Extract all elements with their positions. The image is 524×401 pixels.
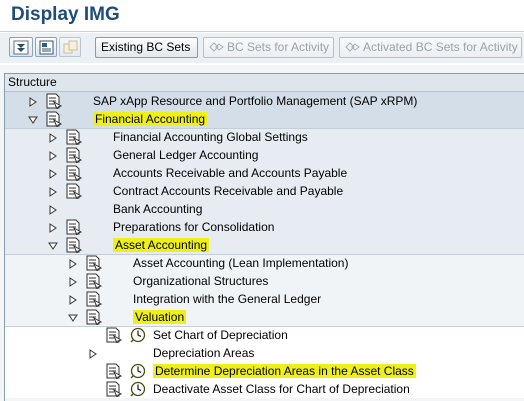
row-separator (5, 254, 524, 255)
node-text: Deactivate Asset Class for Chart of Depr… (153, 382, 410, 396)
expand-arrow-icon[interactable] (48, 222, 58, 233)
node-text: Depreciation Areas (153, 346, 255, 360)
collapse-arrow-icon[interactable] (28, 114, 38, 124)
execute-clock-icon[interactable] (130, 327, 146, 343)
document-icon[interactable] (85, 273, 103, 291)
window-title: Display IMG (11, 4, 120, 25)
node-text: SAP xApp Resource and Portfolio Manageme… (93, 94, 418, 108)
tree-node[interactable] (5, 344, 524, 362)
expand-arrow-icon[interactable] (48, 150, 58, 161)
tree-node-label[interactable]: Asset Accounting (Lean Implementation) (133, 256, 348, 271)
img-info-icon[interactable] (35, 37, 57, 57)
where-used-icon[interactable] (59, 37, 81, 57)
document-icon[interactable] (105, 381, 123, 399)
tree-node[interactable] (5, 110, 524, 128)
document-icon[interactable] (85, 255, 103, 273)
structure-header-label: Structure (8, 75, 57, 89)
tree-node[interactable] (5, 200, 524, 218)
tree-node-label[interactable]: Set Chart of Depreciation (153, 328, 288, 343)
document-icon[interactable] (45, 111, 63, 129)
structure-header: Structure (5, 74, 524, 92)
node-text: Contract Accounts Receivable and Payable (113, 184, 344, 198)
document-icon[interactable] (105, 363, 123, 381)
tree-node-label[interactable]: Integration with the General Ledger (133, 292, 321, 307)
toolbar: Existing BC Sets BC Sets for Activity Ac… (0, 33, 524, 63)
document-icon[interactable] (65, 129, 83, 147)
collapse-arrow-icon[interactable] (68, 312, 78, 322)
expand-arrow-icon[interactable] (88, 348, 98, 359)
title-divider (0, 31, 524, 32)
expand-arrow-icon[interactable] (48, 204, 58, 215)
bc-sets-for-activity-button[interactable]: BC Sets for Activity (203, 37, 334, 58)
expand-arrow-icon[interactable] (68, 276, 78, 287)
tree-node-label[interactable]: Contract Accounts Receivable and Payable (113, 184, 343, 199)
collapse-arrow-icon[interactable] (48, 240, 58, 250)
node-text: Financial Accounting Global Settings (113, 130, 308, 144)
node-text: Preparations for Consolidation (113, 220, 275, 234)
document-icon[interactable] (65, 237, 83, 255)
tree-node-label[interactable]: Accounts Receivable and Accounts Payable (113, 166, 347, 181)
document-icon[interactable] (45, 93, 63, 111)
highlighted-label: Financial Accounting (93, 112, 208, 126)
activated-bc-sets-label: Activated BC Sets for Activity (363, 40, 518, 54)
expand-arrow-icon[interactable] (48, 168, 58, 179)
document-icon[interactable] (105, 327, 123, 345)
node-text: Asset Accounting (Lean Implementation) (133, 256, 349, 270)
tree-node-label[interactable]: Financial Accounting (93, 112, 208, 127)
tree-node-label[interactable]: Asset Accounting (113, 238, 210, 253)
node-text: Integration with the General Ledger (133, 292, 322, 306)
highlighted-label: Valuation (133, 310, 187, 324)
row-separator (5, 326, 524, 327)
node-text: General Ledger Accounting (113, 148, 259, 162)
tree-node[interactable] (5, 308, 524, 326)
document-icon[interactable] (65, 219, 83, 237)
tree-node-label[interactable]: Bank Accounting (113, 202, 202, 217)
activated-bc-sets-button[interactable]: Activated BC Sets for Activity (339, 37, 522, 58)
tree-node-label[interactable]: Deactivate Asset Class for Chart of Depr… (153, 382, 410, 397)
existing-bc-sets-button[interactable]: Existing BC Sets (95, 37, 198, 58)
node-text: Bank Accounting (113, 202, 203, 216)
execute-clock-icon[interactable] (130, 363, 146, 379)
highlighted-label: Asset Accounting (113, 238, 210, 252)
execute-clock-icon[interactable] (130, 381, 146, 397)
tree-node-label[interactable]: Preparations for Consolidation (113, 220, 274, 235)
highlighted-label: Determine Depreciation Areas in the Asse… (153, 364, 416, 378)
expand-arrow-icon[interactable] (68, 258, 78, 269)
expand-all-icon[interactable] (9, 37, 33, 57)
tree-node-label[interactable]: Financial Accounting Global Settings (113, 130, 308, 145)
expand-arrow-icon[interactable] (68, 294, 78, 305)
document-icon[interactable] (85, 309, 103, 327)
row-separator (5, 128, 524, 129)
document-icon[interactable] (85, 291, 103, 309)
tree-node-label[interactable]: Valuation (133, 310, 187, 325)
tree-node-label[interactable]: Organizational Structures (133, 274, 268, 289)
bc-sets-for-activity-label: BC Sets for Activity (227, 40, 330, 54)
expand-arrow-icon[interactable] (48, 186, 58, 197)
tree-node-label[interactable]: Depreciation Areas (153, 346, 254, 361)
tree-node-label[interactable]: Determine Depreciation Areas in the Asse… (153, 364, 416, 379)
tree-node-label[interactable]: General Ledger Accounting (113, 148, 258, 163)
document-icon[interactable] (65, 147, 83, 165)
document-icon[interactable] (65, 165, 83, 183)
bc-set-icon (345, 40, 360, 52)
expand-arrow-icon[interactable] (28, 96, 38, 107)
node-text: Organizational Structures (133, 274, 269, 288)
document-icon[interactable] (65, 183, 83, 201)
node-text: Set Chart of Depreciation (153, 328, 288, 342)
expand-arrow-icon[interactable] (48, 132, 58, 143)
bc-set-icon (209, 40, 224, 52)
tree-node-label[interactable]: SAP xApp Resource and Portfolio Manageme… (93, 94, 417, 109)
node-text: Accounts Receivable and Accounts Payable (113, 166, 348, 180)
